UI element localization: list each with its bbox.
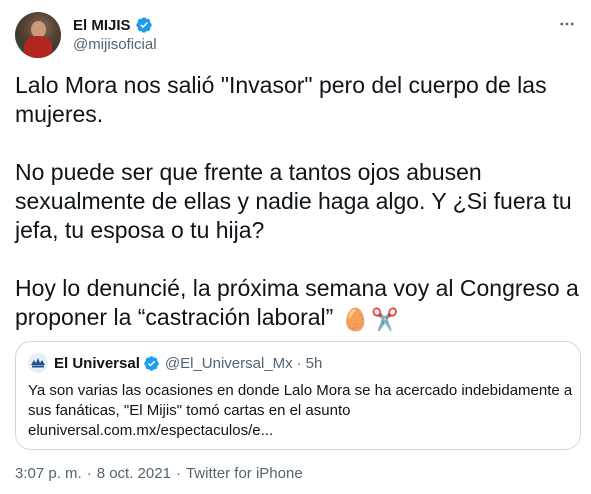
el-universal-logo-icon[interactable] xyxy=(28,353,48,373)
quoted-tweet-header: El Universal @El_Universal_Mx · 5h xyxy=(28,353,568,373)
egg-emoji-icon: 🥚 xyxy=(341,307,370,332)
quoted-separator: · xyxy=(296,354,302,372)
tweet-body: Lalo Mora nos salió "Invasor" pero del c… xyxy=(15,71,581,334)
verified-badge-icon xyxy=(144,355,159,371)
meta-separator: · xyxy=(86,465,92,482)
more-options-button[interactable] xyxy=(557,14,577,34)
scissors-emoji-icon: ✂️ xyxy=(371,307,399,332)
author-handle[interactable]: @mijisoficial xyxy=(73,36,157,53)
tweet-paragraph-1: Lalo Mora nos salió "Invasor" pero del c… xyxy=(15,72,553,127)
quoted-tweet[interactable]: El Universal @El_Universal_Mx · 5h Ya so… xyxy=(15,341,581,450)
verified-badge-icon xyxy=(135,17,152,33)
more-horizontal-icon xyxy=(560,22,574,26)
quoted-tweet-text: Ya son varias las ocasiones en donde Lal… xyxy=(28,381,574,441)
author-display-name[interactable]: El MIJIS xyxy=(73,17,131,34)
quoted-body: Ya son varias las ocasiones en donde Lal… xyxy=(28,382,573,419)
tweet-date[interactable]: 8 oct. 2021 xyxy=(97,465,171,482)
quoted-display-name: El Universal xyxy=(54,354,140,372)
tweet-paragraph-3: Hoy lo denuncié, la próxima semana voy a… xyxy=(15,275,586,330)
tweet-metadata: 3:07 p. m. · 8 oct. 2021 · Twitter for i… xyxy=(15,465,303,482)
quoted-handle: @El_Universal_Mx xyxy=(164,354,293,372)
meta-separator: · xyxy=(175,465,181,482)
author-avatar[interactable] xyxy=(15,12,61,58)
tweet-paragraph-2: No puede ser que frente a tantos ojos ab… xyxy=(15,159,579,243)
tweet-source[interactable]: Twitter for iPhone xyxy=(186,465,303,482)
quoted-link[interactable]: eluniversal.com.mx/espectaculos/e... xyxy=(28,422,273,439)
author-name-row: El MIJIS xyxy=(73,15,153,35)
tweet-time[interactable]: 3:07 p. m. xyxy=(15,465,82,482)
tweet-header: El MIJIS @mijisoficial xyxy=(15,12,581,58)
quoted-timestamp[interactable]: 5h xyxy=(306,355,323,372)
